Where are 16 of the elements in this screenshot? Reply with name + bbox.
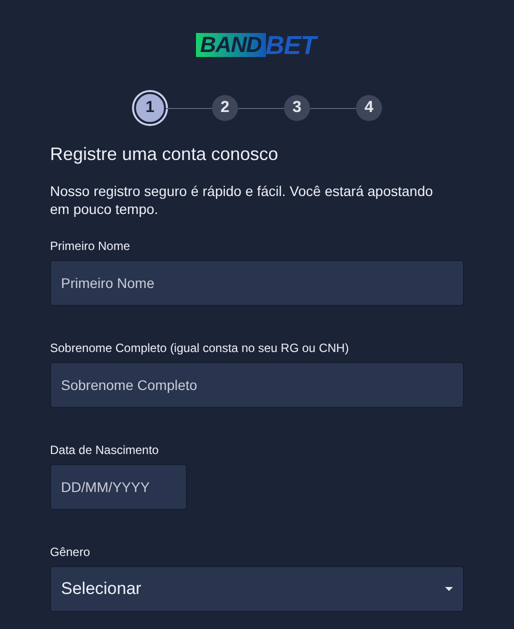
logo: BAND BET: [196, 32, 318, 58]
step-indicator[interactable]: 3: [284, 95, 310, 121]
step-indicator[interactable]: 1: [134, 92, 166, 124]
step-indicator[interactable]: 4: [356, 95, 382, 121]
date-field[interactable]: DD/MM/YYYY: [50, 464, 187, 510]
field-label: Data de Nascimento: [50, 442, 160, 458]
step-indicator[interactable]: 2: [212, 95, 238, 121]
input-field[interactable]: Primeiro Nome: [50, 260, 464, 306]
heading: Registre uma conta conosco: [50, 143, 280, 166]
intro-text: Nosso registro seguro é rápido e fácil. Você estará apostando em pouco tempo.: [50, 182, 434, 218]
field-label: Sobrenome Completo (igual consta no seu RG ou CNH): [50, 340, 350, 356]
gender-select[interactable]: Selecionar: [50, 566, 464, 612]
caret-icon: [445, 587, 453, 591]
field-label: Gênero: [50, 544, 92, 560]
field-label: Primeiro Nome: [50, 238, 132, 254]
input-field[interactable]: Sobrenome Completo: [50, 362, 464, 408]
